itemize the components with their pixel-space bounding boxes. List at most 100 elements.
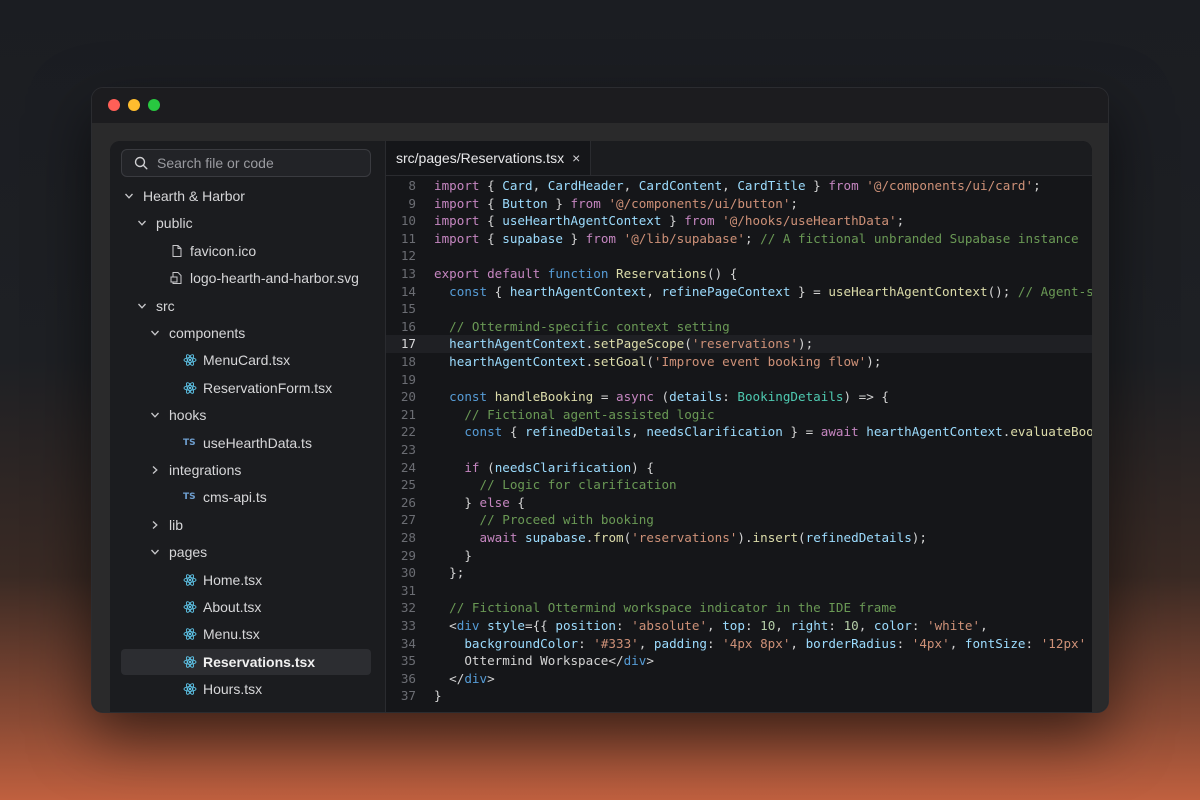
tree-folder-integrations[interactable]: integrations [150, 457, 241, 483]
chevron-down-icon[interactable] [137, 301, 147, 311]
chevron-down-icon[interactable] [137, 218, 147, 228]
code-line[interactable]: 9 import { Button } from '@/components/ui… [386, 195, 1092, 213]
close-icon[interactable]: × [572, 150, 580, 166]
tree-file-favicon-ico[interactable]: favicon.ico [170, 238, 256, 264]
code-line[interactable]: 27 // Proceed with booking [386, 511, 1092, 529]
line-number[interactable]: 27 [386, 511, 416, 529]
line-number[interactable]: 15 [386, 300, 416, 318]
tree-folder-components[interactable]: components [150, 320, 245, 346]
line-number[interactable]: 19 [386, 371, 416, 389]
code-line[interactable]: 20 const handleBooking = async (details:… [386, 388, 1092, 406]
tree-folder-pages[interactable]: pages [150, 539, 207, 565]
line-number[interactable]: 30 [386, 564, 416, 582]
line-number[interactable]: 29 [386, 547, 416, 565]
line-number[interactable]: 20 [386, 388, 416, 406]
line-number[interactable]: 26 [386, 494, 416, 512]
code-token: > [487, 670, 495, 686]
tab-reservations[interactable]: src/pages/Reservations.tsx × [386, 141, 592, 175]
code-line[interactable]: 36 </div> [386, 670, 1092, 688]
line-number[interactable]: 16 [386, 318, 416, 336]
chevron-down-icon[interactable] [124, 191, 134, 201]
chevron-right-icon[interactable] [150, 465, 160, 475]
code-line[interactable]: 37} [386, 687, 1092, 705]
tree-folder-lib[interactable]: lib [150, 512, 183, 538]
line-number[interactable]: 24 [386, 459, 416, 477]
code-line[interactable]: 30 }; [386, 564, 1092, 582]
tree-file-logo-hearth-and-harbor-svg[interactable]: logo-hearth-and-harbor.svg [170, 265, 359, 291]
tree-file-about-tsx[interactable]: About.tsx [183, 594, 261, 620]
code-line[interactable]: 16 // Ottermind-specific context setting [386, 318, 1092, 336]
chevron-down-icon[interactable] [150, 410, 160, 420]
line-number[interactable]: 18 [386, 353, 416, 371]
tree-file-menucard-tsx[interactable]: MenuCard.tsx [183, 347, 290, 373]
code-line[interactable]: 25 // Logic for clarification [386, 476, 1092, 494]
tree-file-menu-tsx[interactable]: Menu.tsx [183, 621, 260, 647]
tree-item-label: About.tsx [203, 599, 262, 615]
line-number[interactable]: 21 [386, 406, 416, 424]
line-number[interactable]: 17 [386, 335, 416, 353]
tree-file-cms-api-ts[interactable]: TS cms-api.ts [183, 484, 267, 510]
line-number[interactable]: 14 [386, 283, 416, 301]
code-line[interactable]: 18 hearthAgentContext.setGoal('Improve e… [386, 353, 1092, 371]
line-number[interactable]: 34 [386, 635, 416, 653]
minimize-window-button[interactable] [128, 99, 140, 111]
line-number[interactable]: 9 [386, 195, 416, 213]
code-line[interactable]: 22 const { refinedDetails, needsClarific… [386, 423, 1092, 441]
code-line[interactable]: 10 import { useHearthAgentContext } from … [386, 212, 1092, 230]
tree-folder-public[interactable]: public [137, 210, 193, 236]
code-line[interactable]: 14 const { hearthAgentContext, refinePag… [386, 283, 1092, 301]
line-number[interactable]: 23 [386, 441, 416, 459]
chevron-down-icon[interactable] [150, 328, 160, 338]
tree-file-home-tsx[interactable]: Home.tsx [183, 567, 262, 593]
tree-folder-hooks[interactable]: hooks [150, 402, 206, 428]
line-number[interactable]: 37 [386, 687, 416, 705]
code-line[interactable]: 33 <div style={{ position: 'absolute', t… [386, 617, 1092, 635]
code-line[interactable]: 19 [386, 371, 1092, 389]
line-number[interactable]: 31 [386, 582, 416, 600]
code-line[interactable]: 34 backgroundColor: '#333', padding: '4p… [386, 635, 1092, 653]
line-number[interactable]: 35 [386, 652, 416, 670]
line-number[interactable]: 8 [386, 177, 416, 195]
code-line[interactable]: 8 import { Card, CardHeader, CardContent,… [386, 177, 1092, 195]
code-line[interactable]: 31 [386, 582, 1092, 600]
tree-folder-src[interactable]: src [137, 293, 175, 319]
zoom-window-button[interactable] [148, 99, 160, 111]
line-number[interactable]: 11 [386, 230, 416, 248]
tree-file-reservations-tsx[interactable]: Reservations.tsx [121, 648, 371, 675]
code-editor[interactable]: src/pages/Reservations.tsx × 8 import { C… [386, 141, 1092, 712]
line-number[interactable]: 36 [386, 670, 416, 688]
code-line[interactable]: 32 // Fictional Ottermind workspace indi… [386, 599, 1092, 617]
code-line[interactable]: 17 hearthAgentContext.setPageScope('rese… [386, 335, 1092, 353]
search-box[interactable] [121, 149, 371, 177]
line-number[interactable]: 25 [386, 476, 416, 494]
code-token: < [434, 618, 457, 633]
code-line[interactable]: 28 await supabase.from('reservations').i… [386, 529, 1092, 547]
code-line[interactable]: 29 } [386, 547, 1092, 565]
close-window-button[interactable] [108, 99, 120, 111]
code-area[interactable]: 8 import { Card, CardHeader, CardContent,… [386, 175, 1092, 712]
code-line[interactable]: 21 // Fictional agent-assisted logic [386, 406, 1092, 424]
code-line[interactable]: 35 Ottermind Workspace</div> [386, 652, 1092, 670]
tree-file-usehearthdata-ts[interactable]: TS useHearthData.ts [183, 430, 312, 456]
code-line[interactable]: 24 if (needsClarification) { [386, 459, 1092, 477]
code-line[interactable]: 12 [386, 247, 1092, 265]
chevron-right-icon[interactable] [150, 520, 160, 530]
search-input[interactable] [155, 154, 370, 172]
tree-folder-hearth-harbor[interactable]: Hearth & Harbor [124, 183, 245, 209]
line-number[interactable]: 28 [386, 529, 416, 547]
code-line[interactable]: 23 [386, 441, 1092, 459]
tree-file-reservationform-tsx[interactable]: ReservationForm.tsx [183, 375, 332, 401]
line-number[interactable]: 13 [386, 265, 416, 283]
code-line[interactable]: 15 [386, 300, 1092, 318]
code-line[interactable]: 11 import { supabase } from '@/lib/supaba… [386, 230, 1092, 248]
line-number[interactable]: 32 [386, 599, 416, 617]
tree-file-hours-tsx[interactable]: Hours.tsx [183, 676, 262, 702]
code-line[interactable]: 26 } else { [386, 494, 1092, 512]
line-number[interactable]: 33 [386, 617, 416, 635]
code-line[interactable]: 13 export default function Reservations()… [386, 265, 1092, 283]
chevron-down-icon[interactable] [150, 547, 160, 557]
line-number[interactable]: 10 [386, 212, 416, 230]
line-number[interactable]: 22 [386, 423, 416, 441]
line-number[interactable]: 12 [386, 247, 416, 265]
